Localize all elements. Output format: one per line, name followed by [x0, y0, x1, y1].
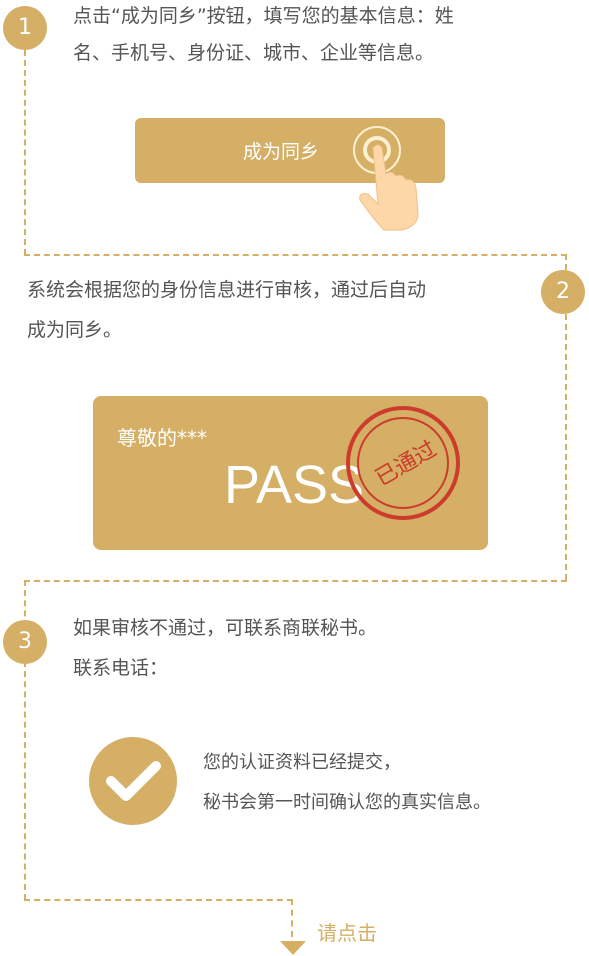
step-3-badge: 3: [3, 620, 47, 664]
click-here-link[interactable]: 请点击: [317, 917, 377, 946]
step-1-text-line1: 点击“成为同乡”按钮，填写您的基本信息：姓: [73, 5, 454, 27]
connector-line: [291, 899, 293, 937]
step-1-text-line2: 名、手机号、身份证、城市、企业等信息。: [73, 42, 435, 64]
card-greeting: 尊敬的***: [117, 426, 207, 450]
step-2-text-line1: 系统会根据您的身份信息进行审核，通过后自动: [27, 279, 427, 301]
connector-line: [24, 899, 293, 901]
checkmark-icon: [89, 737, 177, 825]
step-2-badge: 2: [541, 270, 585, 314]
step-3-text-line1: 如果审核不通过，可联系商联秘书。: [73, 617, 378, 639]
hand-pointer-icon: [353, 126, 419, 231]
pass-card: 尊敬的*** PASS 已通过: [93, 396, 488, 550]
button-label: 成为同乡: [243, 141, 320, 163]
card-pass: PASS: [224, 455, 365, 515]
confirm-line2: 秘书会第一时间确认您的真实信息。: [203, 792, 491, 813]
confirm-line1: 您的认证资料已经提交，: [203, 752, 401, 773]
arrow-down-icon: [280, 941, 306, 955]
become-fellow-button[interactable]: 成为同乡: [135, 118, 445, 231]
approved-stamp: 已通过: [346, 406, 460, 520]
step-3-text-line2: 联系电话：: [73, 657, 169, 679]
connector-line: [24, 580, 567, 582]
connector-line: [24, 50, 26, 255]
step-1-badge: 1: [3, 6, 47, 50]
step-2-text-line2: 成为同乡。: [27, 319, 123, 341]
connector-line: [24, 254, 567, 256]
